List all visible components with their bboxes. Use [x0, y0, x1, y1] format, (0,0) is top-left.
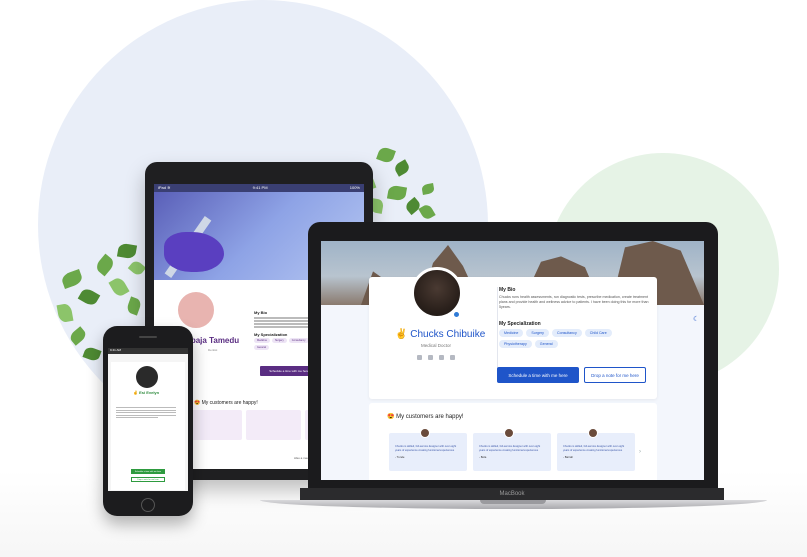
schedule-button[interactable]: Schedule a time with me here [497, 367, 579, 383]
moon-icon[interactable]: ☾ [693, 315, 699, 323]
review-card [186, 410, 242, 440]
bio-heading: My Bio [499, 287, 516, 293]
chip-surgery[interactable]: Surgery [526, 329, 549, 337]
review-text: Chucks is skilled, full-service designer… [479, 445, 541, 452]
laptop-notch [480, 500, 546, 504]
chip[interactable]: Medicine [254, 338, 271, 343]
tablet-carrier: iPad ≋ [158, 185, 171, 190]
review-text: Chucks is skilled, full-service designer… [563, 445, 625, 452]
online-status-dot [453, 311, 460, 318]
phone-profile-card: ✌ Esi Evelyn Schedule a time with me her… [111, 362, 185, 490]
profile-card: ✌ Chucks Chibuike Medical Doctor My Bio … [369, 267, 699, 399]
avatar [504, 428, 514, 438]
drop-note-button[interactable]: Drop a note for me here [584, 367, 646, 383]
chip-general[interactable]: General [534, 340, 558, 348]
chip-physiotherapy[interactable]: Physiotherapy [499, 340, 532, 348]
chip-medicine[interactable]: Medicine [499, 329, 524, 337]
glove-image [164, 232, 224, 272]
facebook-icon[interactable] [417, 355, 422, 360]
chip[interactable]: General [254, 345, 269, 350]
profile-name: ✌ Chucks Chibuike [395, 329, 486, 340]
review-card [245, 410, 302, 440]
tablet-time: 9:41 PM [252, 185, 268, 190]
review-card: Chucks is skilled, full-service designer… [557, 428, 635, 471]
phone-time: 9:41 AM [110, 348, 122, 352]
avatar [176, 290, 216, 330]
review-card: Chucks is skilled, full-service designer… [473, 428, 551, 471]
review-card: Chucks is skilled, full-service designer… [389, 428, 467, 471]
reviews-section: 😍 My customers are happy! Chucks is skil… [369, 403, 657, 480]
home-button[interactable] [141, 498, 155, 512]
avatar [136, 366, 158, 388]
bio-text: Chucks runs health assessments, run diag… [499, 295, 649, 309]
chip-consultancy[interactable]: Consultancy [551, 329, 582, 337]
reviews-heading: 😍 My customers are happy! [387, 414, 464, 420]
review-author: - Bola [479, 455, 487, 460]
chip[interactable]: Surgery [272, 338, 287, 343]
laptop-screen: ✌ Chucks Chibuike Medical Doctor My Bio … [321, 241, 704, 480]
profile-name: ✌ Esi Evelyn [133, 390, 160, 395]
profile-role: Medical Doctor [421, 343, 452, 348]
reviews-heading: 😍 My customers are happy! [194, 400, 258, 406]
divider [497, 287, 498, 377]
specialization-heading: My Specialization [254, 332, 288, 337]
youtube-icon[interactable] [450, 355, 455, 360]
specialization-list: Medicine Surgery Consultancy Child Care … [499, 329, 619, 348]
social-links [417, 355, 455, 360]
chip[interactable]: Consultancy [288, 338, 309, 343]
review-author: - Barrah [563, 455, 574, 460]
avatar [420, 428, 430, 438]
tablet-battery: 100% [349, 185, 360, 190]
bio-heading: My Bio [254, 310, 268, 315]
laptop-brand-label: MacBook [300, 488, 724, 500]
tablet-status-bar: iPad ≋ 9:41 PM 100% [154, 184, 364, 192]
profile-role: Dentist [208, 348, 218, 352]
phone-screen: 9:41 AM ✌ Esi Evelyn Schedule a time wit… [108, 348, 188, 491]
review-author: - Tunde [395, 455, 405, 460]
specialization-heading: My Specialization [499, 321, 541, 327]
schedule-button[interactable]: Schedule a time with me here [131, 469, 165, 474]
review-cards: Chucks is skilled, full-service designer… [389, 428, 635, 471]
chip-child-care[interactable]: Child Care [584, 329, 612, 337]
bio-text [116, 407, 176, 420]
twitter-icon[interactable] [428, 355, 433, 360]
instagram-icon[interactable] [439, 355, 444, 360]
phone-status-bar: 9:41 AM [108, 348, 188, 354]
note-button[interactable]: Drop a note for me here [131, 477, 165, 482]
avatar [588, 428, 598, 438]
speaker-grille [139, 336, 157, 338]
review-text: Chucks is skilled, full-service designer… [395, 445, 457, 452]
phone-device: 9:41 AM ✌ Esi Evelyn Schedule a time wit… [103, 326, 193, 516]
chevron-right-icon[interactable]: › [639, 449, 641, 455]
